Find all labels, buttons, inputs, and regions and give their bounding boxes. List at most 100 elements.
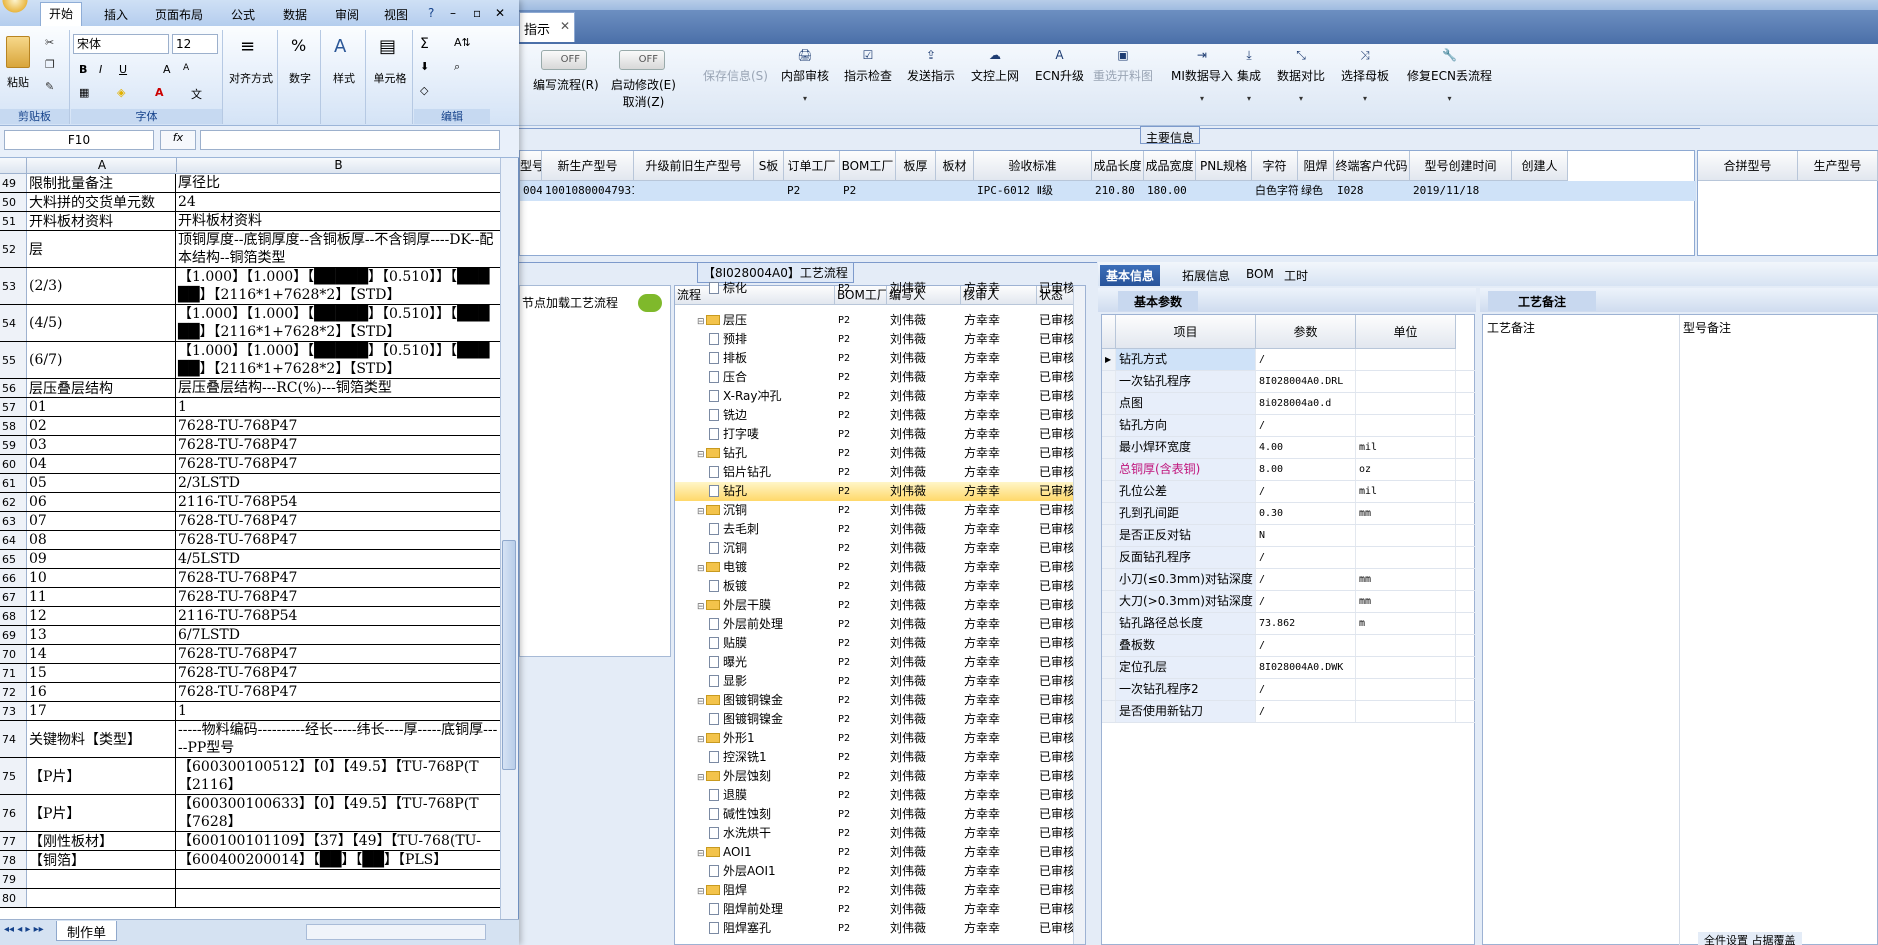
worksheet-row[interactable]: 78 【铜箔】 【600400200014】【██】【██】【PLS】 <box>0 851 500 870</box>
toggle-switch[interactable]: OFF <box>619 50 665 70</box>
tree-node[interactable]: ⊟ 阻焊 <box>697 881 835 902</box>
row-number[interactable]: 76 <box>0 795 27 831</box>
tree-row[interactable]: 控深铣1 P2 刘伟薇 方幸幸 已审核 <box>675 748 1073 767</box>
tree-row[interactable]: 曝光 P2 刘伟薇 方幸幸 已审核 <box>675 653 1073 672</box>
row-number[interactable]: 68 <box>0 607 27 625</box>
worksheet-row[interactable]: 76 【P片】 【600300100633】【0】【49.5】【TU-768P(T【… <box>0 795 500 832</box>
tree-node[interactable]: 外层AOI1 <box>709 862 835 881</box>
grid-header[interactable]: 新生产型号 <box>542 151 634 181</box>
param-value[interactable]: / <box>1256 591 1356 612</box>
worksheet-row[interactable]: 60 04 7628-TU-768P47 <box>0 455 500 474</box>
row-number[interactable]: 59 <box>0 436 27 454</box>
cell-b[interactable]: 7628-TU-768P47 <box>177 645 500 663</box>
worksheet-row[interactable]: 63 07 7628-TU-768P47 <box>0 512 500 531</box>
chat-bubble-icon[interactable] <box>638 294 662 312</box>
cell-a[interactable]: 17 <box>28 702 176 720</box>
worksheet-grid[interactable]: 49 限制批量备注 厚径比 50 大料拼的交货单元数 24 51 开料板材资料 开料板材资料 52… <box>0 174 500 919</box>
param-value[interactable]: 73.862 <box>1256 613 1356 634</box>
param-row[interactable]: 钻孔方向 / <box>1102 415 1475 437</box>
tree-row[interactable]: 贴膜 P2 刘伟薇 方幸幸 已审核 <box>675 634 1073 653</box>
grid-header[interactable]: 创建人 <box>1512 151 1568 181</box>
tree-node[interactable]: 棕化 <box>709 279 835 298</box>
param-header[interactable]: 参数 <box>1256 315 1356 349</box>
param-row[interactable]: 反面钻孔程序 / <box>1102 547 1475 569</box>
cell-a[interactable]: 03 <box>28 436 176 454</box>
worksheet-row[interactable]: 49 限制批量备注 厚径比 <box>0 174 500 193</box>
find-icon[interactable]: ⌕ <box>454 60 460 74</box>
italic-icon[interactable]: I <box>99 63 102 76</box>
formula-input[interactable] <box>200 130 500 150</box>
tree-row[interactable]: 沉铜 P2 刘伟薇 方幸幸 已审核 <box>675 539 1073 558</box>
grid-cell[interactable] <box>936 181 974 201</box>
param-header[interactable]: 单位 <box>1356 315 1456 349</box>
document-tab[interactable]: 指示 ✕ <box>519 12 575 42</box>
ribbon-button-5[interactable]: ☑ 指示检查 <box>844 48 892 84</box>
help-icon[interactable]: ? <box>428 4 434 22</box>
param-header[interactable]: 项目 <box>1116 315 1256 349</box>
tree-node[interactable]: 打字唛 <box>709 425 835 444</box>
cell-a[interactable]: 15 <box>28 664 176 682</box>
cell-a[interactable]: 09 <box>28 550 176 568</box>
tab-4[interactable]: 工时 <box>1278 265 1314 286</box>
sort-filter-icon[interactable]: A⇅ <box>454 36 471 49</box>
cell-b[interactable]: 7628-TU-768P47 <box>177 436 500 454</box>
param-row[interactable]: 叠板数 / <box>1102 635 1475 657</box>
row-number[interactable]: 53 <box>0 268 27 304</box>
tree-node[interactable]: ⊟ 电镀 <box>697 558 835 579</box>
param-value[interactable]: 0.30 <box>1256 503 1356 524</box>
tree-row[interactable]: 阻焊塞孔 P2 刘伟薇 方幸幸 已审核 <box>675 919 1073 938</box>
tree-row[interactable]: 钻孔 P2 刘伟薇 方幸幸 已审核 <box>675 482 1073 501</box>
worksheet-row[interactable]: 59 03 7628-TU-768P47 <box>0 436 500 455</box>
tree-node[interactable]: ⊟ 外层蚀刻 <box>697 767 835 788</box>
tab-formulas[interactable]: 公式 <box>231 4 255 25</box>
tree-row[interactable]: 打字唛 P2 刘伟薇 方幸幸 已审核 <box>675 425 1073 444</box>
tree-node[interactable]: 钻孔 <box>709 482 835 501</box>
cell-a[interactable]: 大料拼的交货单元数 <box>28 193 176 211</box>
row-number[interactable]: 61 <box>0 474 27 492</box>
param-row[interactable]: 一次钻孔程序 8I028004A0.DRL <box>1102 371 1475 393</box>
param-row[interactable]: 最小焊环宽度 4.00 mil <box>1102 437 1475 459</box>
cell-b[interactable] <box>177 870 500 888</box>
cell-b[interactable]: 层压叠层结构---RC(%)---铜箔类型 <box>177 379 500 397</box>
tree-row[interactable]: ⊟ 沉铜 P2 刘伟薇 方幸幸 已审核 <box>675 501 1073 520</box>
tree-node[interactable]: 图镀铜镍金 <box>709 710 835 729</box>
cell-b[interactable]: 2116-TU-768P54 <box>177 607 500 625</box>
worksheet-row[interactable]: 66 10 7628-TU-768P47 <box>0 569 500 588</box>
chevron-down-icon[interactable]: ▾ <box>1407 94 1492 103</box>
param-value[interactable]: 8i028004a0.d <box>1256 393 1356 414</box>
tree-row[interactable]: 外层前处理 P2 刘伟薇 方幸幸 已审核 <box>675 615 1073 634</box>
bold-icon[interactable]: B <box>79 63 87 76</box>
tab-insert[interactable]: 插入 <box>104 4 128 25</box>
cell-a[interactable]: 12 <box>28 607 176 625</box>
tab-view[interactable]: 视图 <box>384 4 408 25</box>
chevron-down-icon[interactable]: ▾ <box>1171 94 1233 103</box>
office-button-icon[interactable] <box>0 0 30 14</box>
ribbon-button-10[interactable]: ⇥ MI数据导入 ▾ <box>1171 48 1233 103</box>
notes-tab[interactable]: 工艺备注 <box>1488 291 1597 311</box>
cell-b[interactable] <box>177 889 500 907</box>
font-color-icon[interactable]: A <box>155 86 164 99</box>
row-number[interactable]: 55 <box>0 342 27 378</box>
tree-row[interactable]: ⊟ 外层蚀刻 P2 刘伟薇 方幸幸 已审核 <box>675 767 1073 786</box>
tree-node[interactable]: 沉铜 <box>709 539 835 558</box>
tab-review[interactable]: 审阅 <box>335 4 359 25</box>
grid-cell[interactable]: 白色字符 <box>1252 181 1298 201</box>
tree-row[interactable]: 铝片钻孔 P2 刘伟薇 方幸幸 已审核 <box>675 463 1073 482</box>
worksheet-row[interactable]: 57 01 1 <box>0 398 500 417</box>
ribbon-button-7[interactable]: ☁ 文控上网 <box>971 48 1019 84</box>
grid-header[interactable]: 字符 <box>1252 151 1298 181</box>
tree-row[interactable]: 棕化 P2 刘伟薇 方幸幸 已审核 <box>675 279 1073 298</box>
horizontal-scrollbar[interactable] <box>306 924 486 940</box>
percent-icon[interactable]: % <box>291 36 306 55</box>
cell-b[interactable]: 2/3LSTD <box>177 474 500 492</box>
param-value[interactable]: 8.00 <box>1256 459 1356 480</box>
ribbon-button-4[interactable]: 🖨 内部审核 ▾ <box>781 48 829 103</box>
grid-header[interactable]: 生产型号 <box>1798 151 1878 181</box>
cell-a[interactable]: 关键物料【类型】 <box>28 721 176 757</box>
chevron-down-icon[interactable]: ▾ <box>1277 94 1325 103</box>
row-number[interactable]: 56 <box>0 379 27 397</box>
tree-row[interactable]: 压合 P2 刘伟薇 方幸幸 已审核 <box>675 368 1073 387</box>
cell-b[interactable]: 【600400200014】【██】【██】【PLS】 <box>177 851 500 869</box>
cell-b[interactable]: 【600100101109】【37】【49】【TU-768(TU- <box>177 832 500 850</box>
cell-a[interactable]: 13 <box>28 626 176 644</box>
